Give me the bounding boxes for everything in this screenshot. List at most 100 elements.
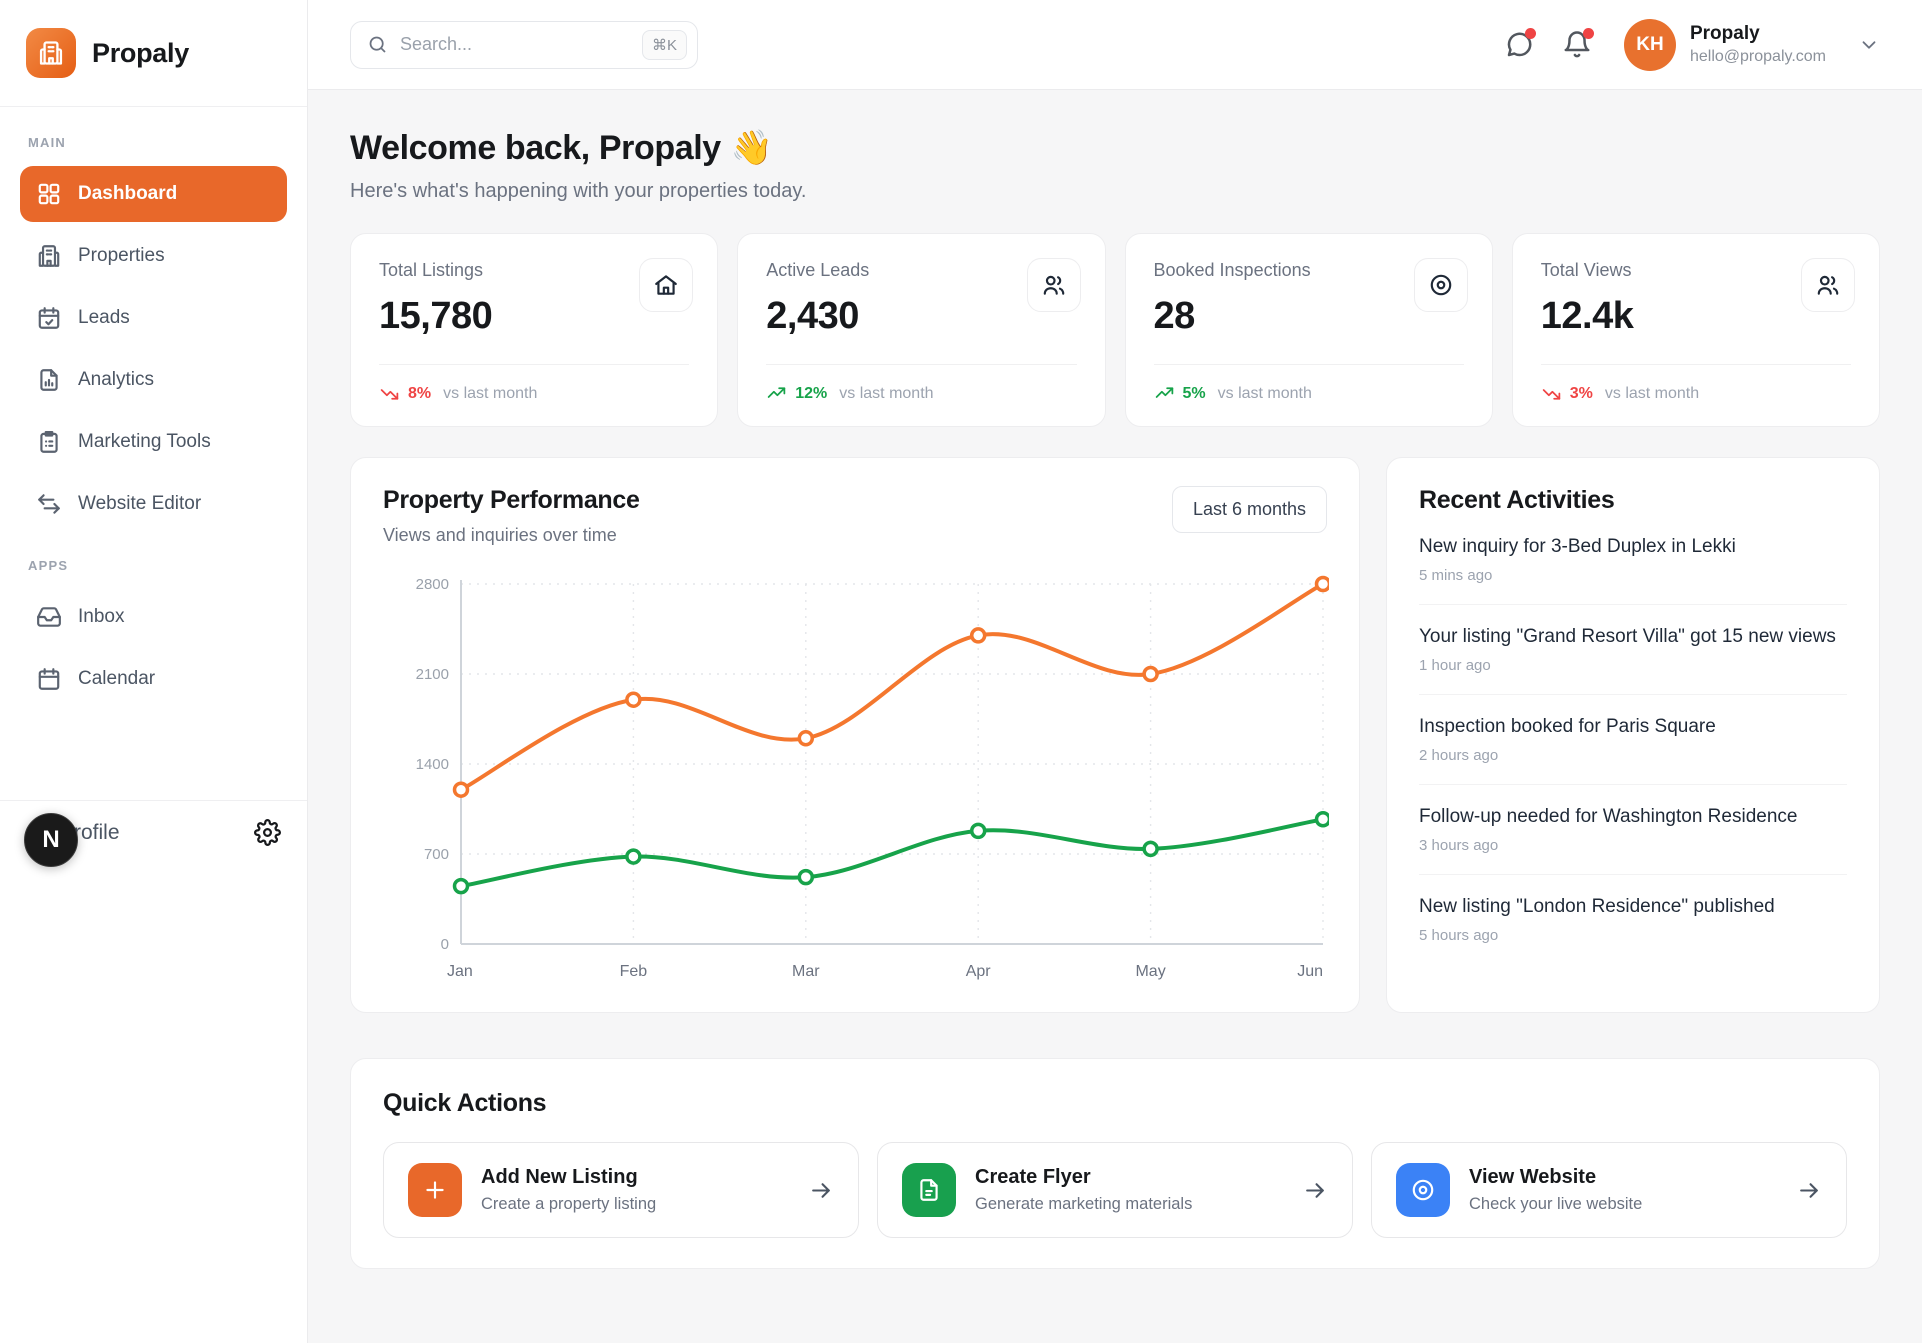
activity-item[interactable]: New listing "London Residence" published… bbox=[1419, 875, 1847, 964]
activity-time: 1 hour ago bbox=[1419, 657, 1847, 674]
activities-list: New inquiry for 3-Bed Duplex in Lekki5 m… bbox=[1419, 515, 1847, 964]
trend-down-icon bbox=[1541, 383, 1562, 404]
notification-dot bbox=[1525, 28, 1536, 39]
trend-label: vs last month bbox=[1218, 385, 1312, 403]
svg-text:Mar: Mar bbox=[792, 963, 820, 980]
quick-action-title: View Website bbox=[1469, 1166, 1642, 1189]
arrow-right-icon bbox=[1303, 1178, 1328, 1203]
activity-time: 5 hours ago bbox=[1419, 927, 1847, 944]
user-email: hello@propaly.com bbox=[1690, 48, 1826, 66]
home-icon bbox=[653, 272, 679, 298]
page-title: Welcome back, Propaly👋 bbox=[350, 128, 1880, 168]
svg-text:May: May bbox=[1135, 963, 1165, 980]
dashboard-content: Welcome back, Propaly👋 Here's what's hap… bbox=[308, 90, 1922, 1343]
sidebar-item-marketing-tools[interactable]: Marketing Tools bbox=[20, 414, 287, 470]
quick-action-subtitle: Check your live website bbox=[1469, 1195, 1642, 1214]
svg-text:Jun: Jun bbox=[1297, 963, 1323, 980]
svg-text:2800: 2800 bbox=[416, 576, 449, 593]
svg-text:Apr: Apr bbox=[966, 963, 992, 980]
quick-action-add-new-listing[interactable]: Add New Listing Create a property listing bbox=[383, 1142, 859, 1238]
trend-indicator: 8% vs last month bbox=[379, 383, 689, 404]
search-input[interactable] bbox=[400, 34, 630, 55]
activity-text: Follow-up needed for Washington Residenc… bbox=[1419, 806, 1847, 828]
quick-action-text: Create FlyerGenerate marketing materials bbox=[975, 1166, 1192, 1214]
divider bbox=[379, 364, 689, 365]
svg-text:Feb: Feb bbox=[620, 963, 648, 980]
sidebar-item-label: Inbox bbox=[78, 606, 124, 628]
activity-item[interactable]: Your listing "Grand Resort Villa" got 15… bbox=[1419, 605, 1847, 695]
profile-row[interactable]: N Profile bbox=[0, 800, 307, 864]
svg-text:1400: 1400 bbox=[416, 756, 449, 773]
sidebar-item-properties[interactable]: Properties bbox=[20, 228, 287, 284]
search-box[interactable]: ⌘K bbox=[350, 21, 698, 69]
nav-section-label: APPS bbox=[20, 558, 287, 573]
line-chart: 0700140021002800JanFebMarAprMayJun bbox=[383, 568, 1327, 992]
performance-line-chart: 0700140021002800JanFebMarAprMayJun bbox=[383, 568, 1329, 992]
brand-name: Propaly bbox=[92, 38, 189, 69]
trend-indicator: 3%vs last month bbox=[1541, 383, 1851, 404]
nav-section-label: MAIN bbox=[20, 135, 287, 150]
stat-icon-box bbox=[1801, 258, 1855, 312]
trend-label: vs last month bbox=[1605, 385, 1699, 403]
stat-card-total-listings: Total Listings15,7808%vs last month bbox=[350, 233, 718, 427]
sidebar-item-analytics[interactable]: Analytics bbox=[20, 352, 287, 408]
arrows-swap-icon bbox=[36, 491, 62, 517]
sidebar-nav: MAIN Dashboard Properties Leads Analytics Mar… bbox=[0, 107, 307, 707]
quick-action-text: Add New Listing Create a property listing bbox=[481, 1166, 656, 1214]
quick-action-create-flyer[interactable]: Create FlyerGenerate marketing materials bbox=[877, 1142, 1353, 1238]
nextjs-dev-badge[interactable]: N bbox=[24, 813, 78, 867]
building-icon bbox=[37, 39, 65, 67]
quick-action-subtitle: Create a property listing bbox=[481, 1195, 656, 1214]
activities-title: Recent Activities bbox=[1419, 486, 1847, 515]
eye-scan-icon bbox=[1428, 272, 1454, 298]
brand-logo bbox=[26, 28, 76, 78]
activity-item[interactable]: Follow-up needed for Washington Residenc… bbox=[1419, 785, 1847, 875]
sidebar-item-calendar[interactable]: Calendar bbox=[20, 651, 287, 707]
bell-icon[interactable] bbox=[1562, 30, 1592, 60]
trend-label: vs last month bbox=[443, 385, 537, 403]
gear-icon[interactable] bbox=[254, 819, 281, 846]
quick-action-title: Add New Listing bbox=[481, 1166, 656, 1189]
building-icon bbox=[36, 243, 62, 269]
users-icon bbox=[1815, 272, 1841, 298]
stat-icon-box bbox=[639, 258, 693, 312]
activity-text: Your listing "Grand Resort Villa" got 15… bbox=[1419, 626, 1847, 648]
quick-actions-row: Add New Listing Create a property listing… bbox=[383, 1142, 1847, 1238]
sidebar-item-leads[interactable]: Leads bbox=[20, 290, 287, 346]
inbox-icon bbox=[36, 604, 62, 630]
sidebar-item-label: Dashboard bbox=[78, 183, 177, 205]
activity-item[interactable]: Inspection booked for Paris Square2 hour… bbox=[1419, 695, 1847, 785]
activity-text: Inspection booked for Paris Square bbox=[1419, 716, 1847, 738]
messages-icon[interactable] bbox=[1504, 30, 1534, 60]
activity-text: New inquiry for 3-Bed Duplex in Lekki bbox=[1419, 536, 1847, 558]
divider bbox=[766, 364, 1076, 365]
page-subtitle: Here's what's happening with your proper… bbox=[350, 180, 1880, 203]
trend-down-icon bbox=[379, 383, 400, 404]
chart-subtitle: Views and inquiries over time bbox=[383, 525, 640, 546]
plus-icon bbox=[422, 1177, 448, 1203]
avatar: KH bbox=[1624, 19, 1676, 71]
sidebar-item-label: Leads bbox=[78, 307, 130, 329]
sidebar-item-dashboard[interactable]: Dashboard bbox=[20, 166, 287, 222]
quick-action-icon-box bbox=[408, 1163, 462, 1217]
trend-up-icon bbox=[766, 383, 787, 404]
trend-label: vs last month bbox=[839, 385, 933, 403]
sidebar-item-label: Analytics bbox=[78, 369, 154, 391]
notification-dot bbox=[1583, 28, 1594, 39]
recent-activities-card: Recent Activities New inquiry for 3-Bed … bbox=[1386, 457, 1880, 1013]
sidebar-item-website-editor[interactable]: Website Editor bbox=[20, 476, 287, 532]
trend-indicator: 12%vs last month bbox=[766, 383, 1076, 404]
trend-value: 8% bbox=[408, 385, 431, 403]
quick-action-view-website[interactable]: View Website Check your live website bbox=[1371, 1142, 1847, 1238]
range-select-button[interactable]: Last 6 months bbox=[1172, 486, 1327, 533]
sidebar-item-label: Calendar bbox=[78, 668, 155, 690]
quick-action-subtitle: Generate marketing materials bbox=[975, 1195, 1192, 1214]
user-menu[interactable]: KH Propaly hello@propaly.com bbox=[1624, 19, 1880, 71]
sidebar-item-inbox[interactable]: Inbox bbox=[20, 589, 287, 645]
main-area: ⌘K KH Propaly hello@propaly.com Welcome … bbox=[308, 0, 1922, 1343]
quick-actions-card: Quick Actions Add New ListingCreate a pr… bbox=[350, 1058, 1880, 1269]
activity-item[interactable]: New inquiry for 3-Bed Duplex in Lekki5 m… bbox=[1419, 515, 1847, 605]
grid-icon bbox=[36, 181, 62, 207]
trend-up-icon bbox=[1154, 383, 1175, 404]
calendar-check-icon bbox=[36, 305, 62, 331]
